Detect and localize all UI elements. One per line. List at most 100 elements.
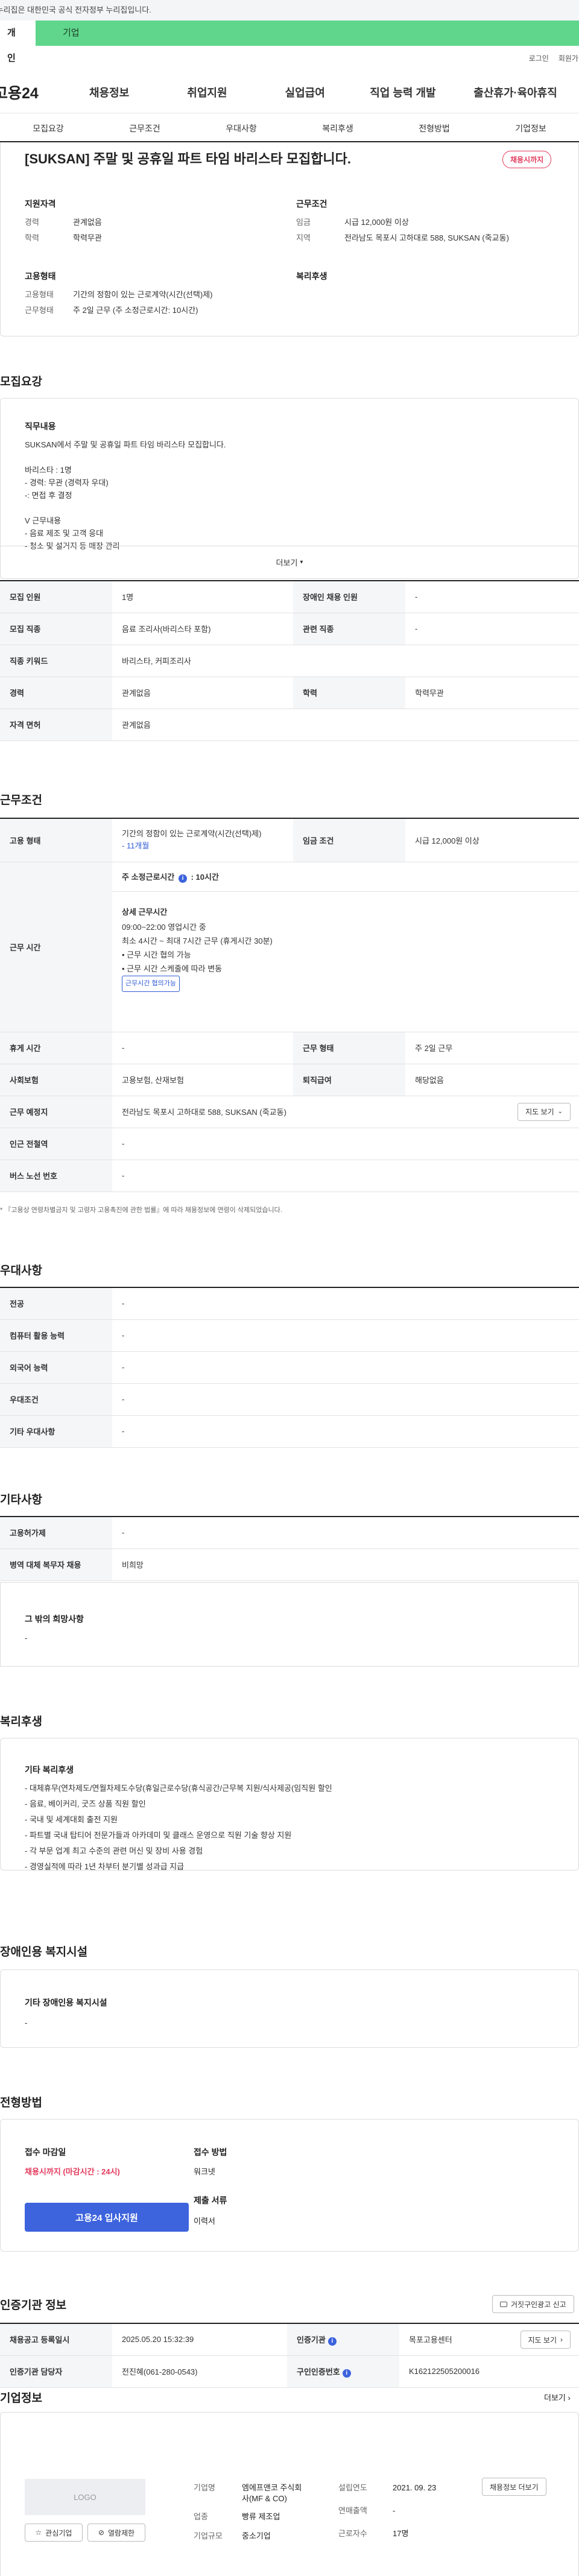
table-row: 인증기관 담당자 전진혜(061-280-0543) 구인인증번호 i K1621225… [0,2355,579,2388]
th: 우대조건 [0,1383,112,1416]
table-row: 모집 직종 음료 조리사(바리스타 포함) 관련 직종 - [0,613,579,645]
login-link[interactable]: 로그인 [529,53,549,63]
week-hours-label: 주 소정근로시간 [122,872,175,882]
apply-button-label: 고용24 입사지원 [75,2212,138,2223]
th: 모집 인원 [0,581,112,613]
section-title-preference: 우대사항 [0,1264,42,1277]
kv-value: 관계없음 [73,218,102,227]
detail-line: • 근무 시간 스케줄에 따라 변동 [122,964,223,973]
table-row: 근무 예정지 전라남도 목포시 고하대로 588, SUKSAN (죽교동) 지도 … [0,1096,579,1128]
td: 주 소정근로시간 i : 10시간 상세 근무시간 09:00~22:00 영업… [112,862,579,1032]
etc-table: 고용허가제 - 병역 대체 복무자 채용 비희망 [0,1516,579,1581]
site-logo[interactable]: 고용24 [0,81,60,103]
job-summary-card: [SUKSAN] 주말 및 공휴일 파트 타임 바리스타 모집합니다. 채용시까… [0,142,579,336]
field-label: 기업명 [194,2483,215,2492]
field-value: - [393,2506,396,2515]
th: 사회보험 [0,1064,112,1096]
th: 직종 키워드 [0,645,112,677]
job-desc-line: -: 면접 후 결정 [25,491,72,500]
contract-period: - 11개월 [122,841,150,851]
table-row: 휴게 시간 - 근무 형태 주 2일 근무 [0,1032,579,1064]
td: - [112,1032,293,1064]
section-title-disabled: 장애인용 복지시설 [0,1946,88,1959]
gnb-vocational-training[interactable]: 직업 능력 개발 [354,84,452,100]
favorite-company-button[interactable]: ☆ 관심기업 [25,2524,83,2542]
tab-company[interactable]: 기업 [36,21,98,46]
th: 인근 전철역 [0,1128,112,1160]
qualification-heading: 지원자격 [25,199,56,209]
th: 채용공고 등록일시 [0,2323,112,2356]
block-view-button[interactable]: ⊘ 열람제한 [87,2524,145,2542]
week-hours-row: 주 소정근로시간 i : 10시간 [112,862,579,892]
th: 인증기관 i [287,2323,399,2356]
conditions-table: 고용 형태 기간의 정함이 있는 근로계약(시간(선택)제) - 11개월 임금 … [0,818,579,1192]
subnav-recruit[interactable]: 모집요강 [0,122,96,134]
job-desc-body: SUKSAN에서 주말 및 공휴일 파트 타임 바리스타 모집합니다. 바리스타… [25,438,226,552]
field-value: 중소기업 [242,2531,271,2540]
subnav-company[interactable]: 기업정보 [482,122,579,134]
report-button[interactable]: 거짓구인광고 신고 [492,2295,574,2313]
info-icon[interactable]: i [342,2369,351,2378]
method-value: 워크넷 [194,2167,215,2176]
subnav-selection[interactable]: 전형방법 [386,122,482,134]
info-icon[interactable]: i [178,874,187,883]
td: 고용보험, 산재보험 [112,1064,293,1096]
table-row: 인근 전철역 - [0,1128,579,1160]
apply-button[interactable]: 고용24 입사지원 [25,2203,189,2232]
kv-value: 전라남도 목포시 고하대로 588, SUKSAN (죽교동) [344,233,509,242]
section-nav: 모집요강 근무조건 우대사항 복리후생 전형방법 기업정보 [0,116,579,142]
more-button[interactable]: 더보기 ▾ [1,546,578,578]
employment-list: 고용형태 기간의 정함이 있는 근로계약(시간(선택)제) 근무형태 주 2일 근무… [25,287,212,318]
table-row: 직종 키워드 바리스타, 커피조리사 [0,645,579,677]
th: 모집 직종 [0,613,112,645]
table-row: 채용공고 등록일시 2025.05.20 15:32:39 인증기관 i 목포고용센터 지… [0,2323,579,2356]
td: - [112,1319,579,1352]
info-icon[interactable]: i [327,2337,337,2346]
conditions-heading: 근무조건 [296,199,327,209]
job-desc-line [25,502,226,514]
agency-table: 채용공고 등록일시 2025.05.20 15:32:39 인증기관 i 목포고용센터 지… [0,2323,579,2388]
disabled-box-value: - [25,2018,28,2027]
table-row: 근무 시간 주 소정근로시간 i : 10시간 상세 근무시간 09:00~22… [0,862,579,1032]
th: 고용허가제 [0,1517,112,1549]
list-item: - 파트별 국내 탑티어 전문가들과 아카데미 및 클래스 운영으로 직원 기술… [25,1831,292,1840]
list-item: - 국내 및 세계대회 출전 지원 [25,1815,118,1824]
subnav-preference[interactable]: 우대사항 [193,122,290,134]
gnb-parental-leave[interactable]: 출산휴가·육아휴직 [452,84,579,100]
company-fields: 기업명 엠에프앤코 주식회사(MF & CO) 업종 빵류 제조업 기업규모 중소기업 [194,2483,308,2542]
docs-label: 제출 서류 [194,2196,227,2205]
subnav-conditions[interactable]: 근무조건 [96,122,193,134]
company-jobs-button[interactable]: 채용정보 더보기 [482,2478,546,2496]
td: 학력무관 [405,677,579,709]
section-title-selection: 전형방법 [0,2097,42,2109]
table-row: 모집 인원 1명 장애인 채용 인원 - [0,581,579,613]
td: - [112,1415,579,1448]
td: - [112,1517,579,1549]
th: 외국어 능력 [0,1351,112,1384]
employment-type: 기간의 정함이 있는 근로계약(시간(선택)제) [122,829,262,839]
map-button[interactable]: 지도 보기 ⌄ [517,1102,571,1121]
table-row: 전공 - [0,1287,579,1320]
td: 기간의 정함이 있는 근로계약(시간(선택)제) - 11개월 [112,818,293,862]
job-desc-line: - 경력: 무관 (경력자 우대) [25,478,109,487]
gnb-employment-support[interactable]: 취업지원 [158,84,256,100]
conditions-list: 임금 시급 12,000원 이상 지역 전라남도 목포시 고하대로 588, SUK… [296,215,509,246]
disabled-box: 기타 장애인용 복지시설 - [0,1969,579,2048]
etc-hope-value: - [25,1634,28,1643]
agency-map-button[interactable]: 지도 보기 › [520,2331,571,2349]
section-title-etc: 기타사항 [0,1494,42,1506]
td: 목포고용센터 지도 보기 › [399,2323,579,2356]
th: 근무 형태 [293,1032,405,1064]
td: 전진혜(061-280-0543) [112,2355,287,2388]
td: 관계없음 [112,709,579,741]
subnav-welfare[interactable]: 복리후생 [290,122,386,134]
signup-link[interactable]: 회원가입 [558,53,579,63]
th: 자격 면허 [0,709,112,741]
th: 버스 노선 번호 [0,1160,112,1192]
company-more-link[interactable]: 더보기 › [544,2391,571,2403]
th: 퇴직급여 [293,1064,405,1096]
tab-personal[interactable]: 개인 [0,21,36,63]
gnb-jobs[interactable]: 채용정보 [60,84,158,100]
welfare-list: - 대체휴무(연차제도/연월차제도수당(휴일근로수당(휴식공간/근무복 지원/식… [25,1781,332,1875]
gnb-unemployment-benefit[interactable]: 실업급여 [256,84,354,100]
